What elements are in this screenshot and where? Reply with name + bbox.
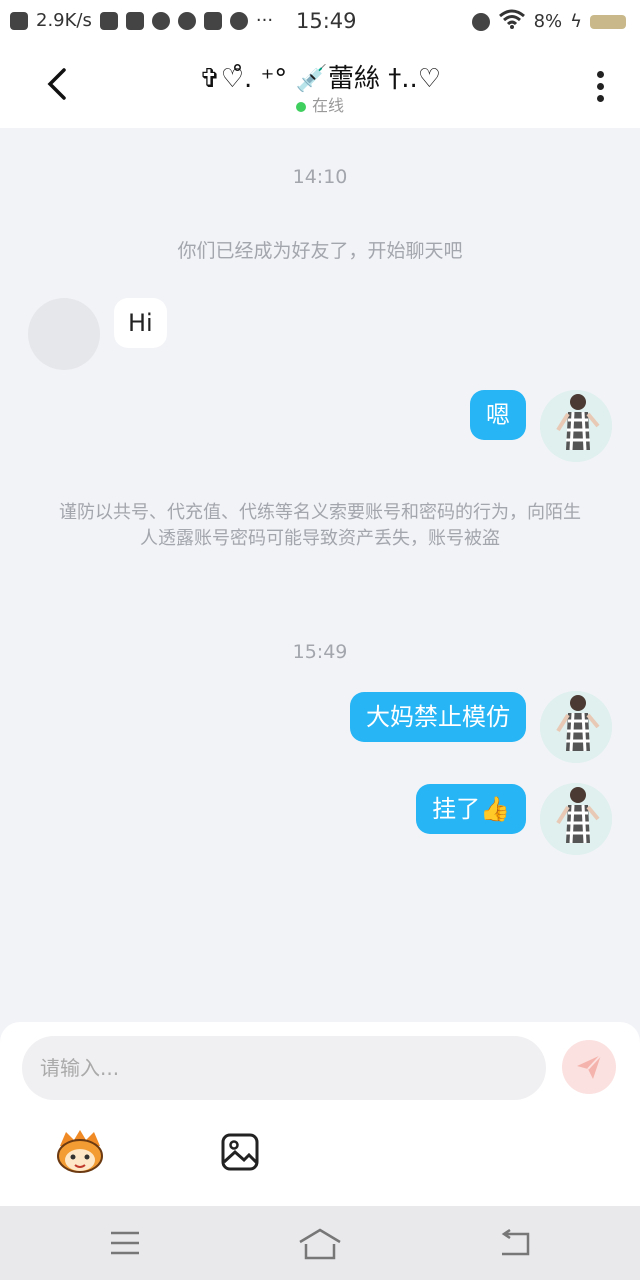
status-left: 2.9K/s ···	[10, 10, 273, 31]
emoji-mascot-icon	[57, 1130, 103, 1173]
wifi-icon	[498, 9, 526, 34]
my-avatar[interactable]	[540, 691, 612, 763]
security-notice: 谨防以共号、代充值、代练等名义索要账号和密码的行为，向陌生人透露账号密码可能导致…	[59, 502, 581, 549]
play-icon	[151, 11, 170, 30]
image-button[interactable]	[220, 1132, 260, 1172]
back-arrow-icon	[501, 1228, 530, 1256]
timestamp: 14:10	[292, 166, 348, 188]
music-icon	[177, 11, 196, 30]
system-message: 你们已经成为好友了，开始聊天吧	[177, 240, 463, 262]
message-bubble-out[interactable]: 挂了👍	[416, 784, 526, 834]
system-nav-bar	[0, 1206, 640, 1280]
battery-percent: 8%	[533, 11, 563, 32]
status-bar: 2.9K/s ··· 15:49 8% ϟ	[0, 0, 640, 44]
pinwheel-icon	[229, 11, 248, 30]
image-icon	[221, 1133, 259, 1171]
battery-icon	[590, 14, 626, 29]
online-status: 在线	[0, 92, 640, 116]
contact-avatar[interactable]	[28, 298, 100, 370]
input-panel	[0, 1022, 640, 1206]
charging-icon: ϟ	[570, 11, 582, 32]
message-bubble-out[interactable]: 嗯	[470, 390, 526, 440]
more-options-button[interactable]	[592, 68, 608, 104]
my-avatar[interactable]	[540, 783, 612, 855]
my-avatar[interactable]	[540, 390, 612, 462]
alarm-icon	[471, 12, 490, 31]
status-right: 8% ϟ	[471, 9, 626, 34]
home-icon	[299, 1228, 341, 1260]
more-vertical-icon	[596, 71, 604, 78]
send-button[interactable]	[562, 1040, 616, 1094]
video-icon	[99, 11, 118, 30]
net-speed: 2.9K/s	[36, 10, 92, 31]
avatar-figure-icon	[540, 390, 612, 462]
timestamp: 15:49	[292, 641, 348, 663]
status-time: 15:49	[296, 9, 357, 33]
app-icon	[125, 11, 144, 30]
crown-icon	[203, 11, 222, 30]
emoji-button[interactable]	[54, 1128, 106, 1174]
nav-back-button[interactable]	[498, 1228, 532, 1258]
contact-name: ✞♡̊. ⁺° 💉蕾絲 †..♡	[198, 64, 442, 94]
notification-x-icon	[10, 11, 28, 30]
chat-header: ✞♡̊. ⁺° 💉蕾絲 †..♡ 在线	[0, 44, 640, 128]
menu-icon	[111, 1231, 139, 1255]
avatar-figure-icon	[540, 783, 612, 855]
nav-menu-button[interactable]	[110, 1230, 140, 1256]
online-dot-icon	[295, 101, 306, 112]
more-notifications-icon: ···	[255, 10, 274, 31]
message-bubble-out[interactable]: 大妈禁止模仿	[350, 692, 526, 742]
online-label: 在线	[311, 96, 344, 115]
message-input[interactable]	[22, 1036, 546, 1100]
send-icon	[577, 1054, 602, 1079]
nav-home-button[interactable]	[298, 1228, 342, 1260]
message-bubble-in[interactable]: Hi	[114, 298, 167, 348]
avatar-figure-icon	[540, 691, 612, 763]
